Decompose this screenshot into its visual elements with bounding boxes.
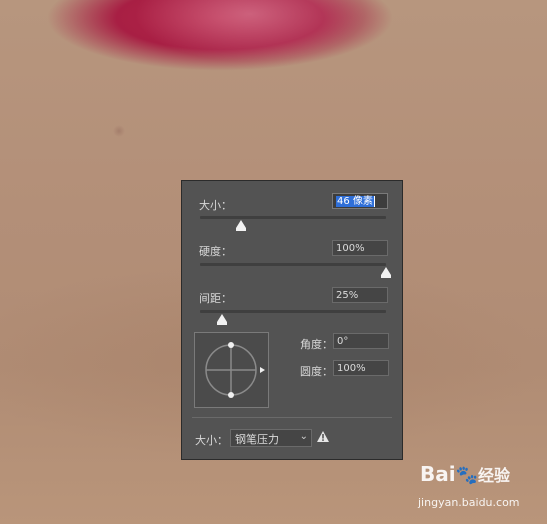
baidu-jingyan-watermark: Bai🐾经验 jingyan.baidu.com bbox=[418, 462, 520, 509]
skin-mole bbox=[113, 125, 125, 137]
hardness-slider-thumb-base bbox=[381, 275, 391, 278]
watermark-url: jingyan.baidu.com bbox=[418, 496, 520, 509]
size-label: 大小： bbox=[199, 199, 232, 212]
watermark-logo-cn: 经验 bbox=[478, 466, 511, 485]
lip-highlight bbox=[115, 0, 385, 70]
spacing-slider-thumb[interactable] bbox=[217, 314, 227, 322]
size-control-dropdown[interactable]: 钢笔压力 ⌄ bbox=[230, 429, 312, 447]
size-control-selected: 钢笔压力 bbox=[235, 433, 279, 446]
size-slider-track[interactable] bbox=[200, 216, 386, 219]
brush-angle-roundness-preview[interactable] bbox=[194, 332, 269, 408]
angle-label: 角度： bbox=[300, 338, 333, 351]
spacing-label: 间距： bbox=[199, 292, 232, 305]
size-slider-thumb-base bbox=[236, 228, 246, 231]
panel-divider bbox=[192, 417, 392, 418]
chevron-down-icon: ⌄ bbox=[299, 431, 308, 442]
angle-input[interactable]: 0° bbox=[333, 333, 389, 349]
hardness-input[interactable]: 100% bbox=[332, 240, 388, 256]
size-control-label: 大小： bbox=[195, 434, 228, 447]
paw-icon: 🐾 bbox=[455, 465, 479, 486]
brush-settings-panel: 大小： 46 像素 硬度： 100% 间距： 25% 角度： 0° 圆度： 10… bbox=[181, 180, 403, 460]
spacing-input[interactable]: 25% bbox=[332, 287, 388, 303]
brush-tip-diagram bbox=[205, 342, 265, 398]
size-slider-thumb[interactable] bbox=[236, 220, 246, 228]
warning-icon bbox=[316, 430, 330, 446]
roundness-input[interactable]: 100% bbox=[333, 360, 389, 376]
size-input-value: 46 像素 bbox=[336, 196, 374, 207]
spacing-slider-thumb-base bbox=[217, 322, 227, 325]
watermark-logo-text: Bai bbox=[420, 462, 456, 486]
size-input[interactable]: 46 像素 bbox=[332, 193, 388, 209]
hardness-slider-thumb[interactable] bbox=[381, 267, 391, 275]
spacing-slider-track[interactable] bbox=[200, 310, 386, 313]
hardness-label: 硬度： bbox=[199, 245, 232, 258]
text-caret bbox=[373, 195, 375, 207]
hardness-slider-track[interactable] bbox=[200, 263, 386, 266]
roundness-label: 圆度： bbox=[300, 365, 333, 378]
